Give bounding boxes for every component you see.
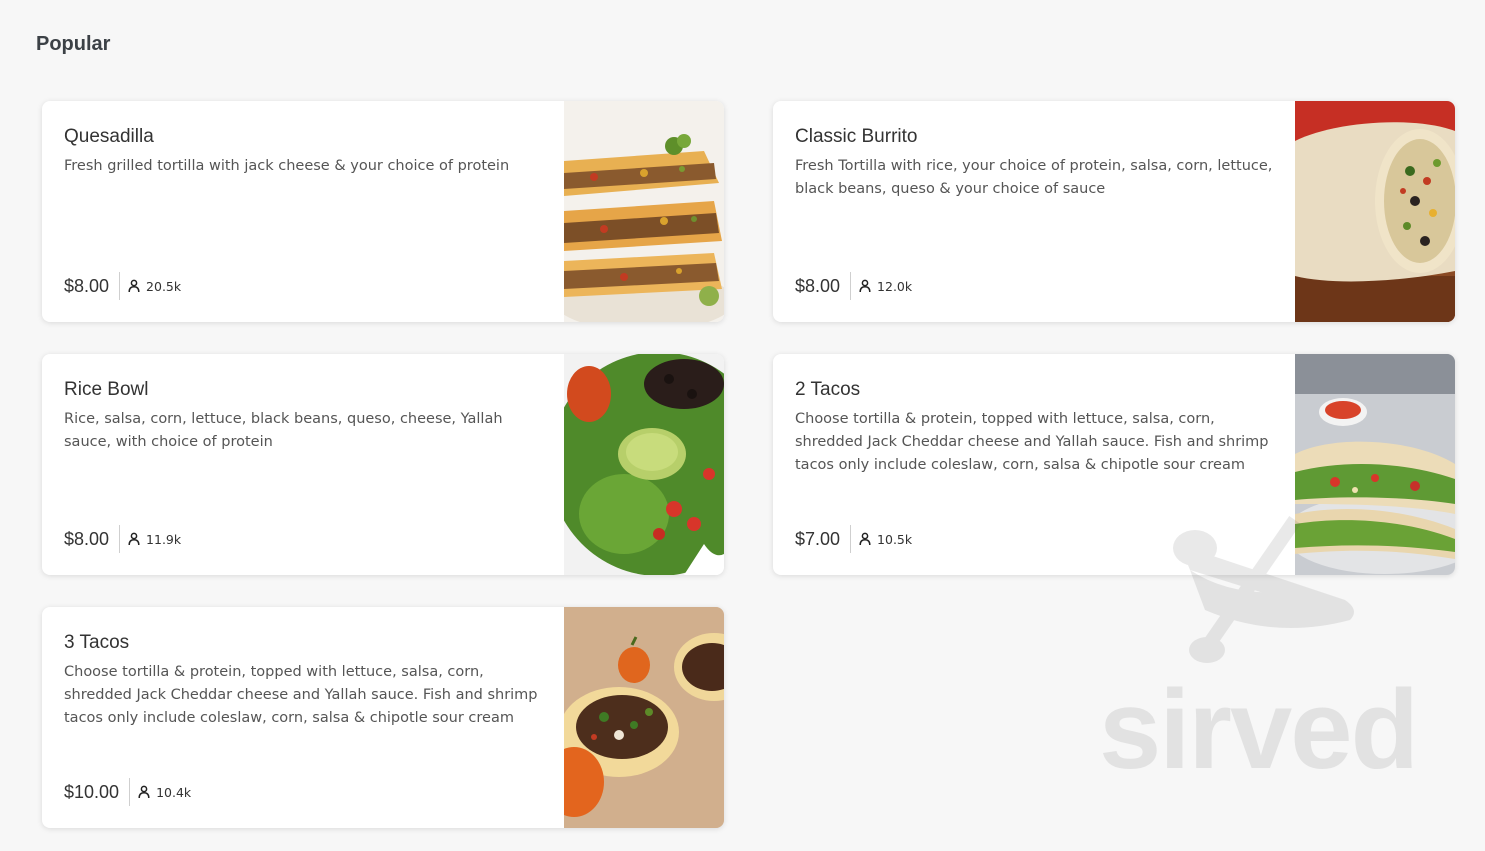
person-icon xyxy=(859,279,871,293)
menu-item-card-quesadilla[interactable]: Quesadilla Fresh grilled tortilla with j… xyxy=(42,101,724,322)
menu-item-card-3-tacos[interactable]: 3 Tacos Choose tortilla & protein, toppe… xyxy=(42,607,724,828)
popularity-count: 10.4k xyxy=(138,785,191,800)
count-value: 20.5k xyxy=(146,278,182,294)
item-description: Choose tortilla & protein, topped with l… xyxy=(795,411,1269,473)
popularity-count: 20.5k xyxy=(128,279,181,294)
tacos-image xyxy=(1295,354,1455,575)
item-title: 2 Tacos xyxy=(795,379,861,400)
item-description: Fresh Tortilla with rice, your choice of… xyxy=(795,158,1273,197)
item-price: $8.00 xyxy=(795,272,852,300)
item-price: $8.00 xyxy=(64,272,121,300)
item-title: Rice Bowl xyxy=(64,379,149,400)
burrito-image xyxy=(1295,101,1455,322)
section-title: Popular xyxy=(36,33,111,55)
popularity-count: 11.9k xyxy=(128,532,181,547)
count-value: 10.4k xyxy=(156,784,192,800)
tacos-board-image xyxy=(564,607,724,828)
popularity-count: 10.5k xyxy=(859,532,912,547)
watermark-text: sirved xyxy=(1099,667,1419,792)
count-value: 12.0k xyxy=(877,278,913,294)
popularity-count: 12.0k xyxy=(859,279,912,294)
rice-bowl-image xyxy=(564,354,724,575)
item-price: $7.00 xyxy=(795,525,852,553)
person-icon xyxy=(128,279,140,293)
person-icon xyxy=(138,785,150,799)
quesadilla-image xyxy=(564,101,724,322)
item-description: Choose tortilla & protein, topped with l… xyxy=(64,664,538,726)
count-value: 10.5k xyxy=(877,531,913,547)
item-price: $10.00 xyxy=(64,778,131,806)
item-price: $8.00 xyxy=(64,525,121,553)
menu-item-card-rice-bowl[interactable]: Rice Bowl Rice, salsa, corn, lettuce, bl… xyxy=(42,354,724,575)
item-description: Rice, salsa, corn, lettuce, black beans,… xyxy=(64,411,503,450)
item-title: Classic Burrito xyxy=(795,126,918,147)
person-icon xyxy=(128,532,140,546)
menu-item-card-classic-burrito[interactable]: Classic Burrito Fresh Tortilla with rice… xyxy=(773,101,1455,322)
menu-item-card-2-tacos[interactable]: 2 Tacos Choose tortilla & protein, toppe… xyxy=(773,354,1455,575)
item-description: Fresh grilled tortilla with jack cheese … xyxy=(64,158,510,174)
item-title: 3 Tacos xyxy=(64,632,130,653)
count-value: 11.9k xyxy=(146,531,182,547)
menu-page: Popular Quesadilla Fresh grilled tortill… xyxy=(0,0,1485,851)
item-title: Quesadilla xyxy=(64,126,154,147)
person-icon xyxy=(859,532,871,546)
